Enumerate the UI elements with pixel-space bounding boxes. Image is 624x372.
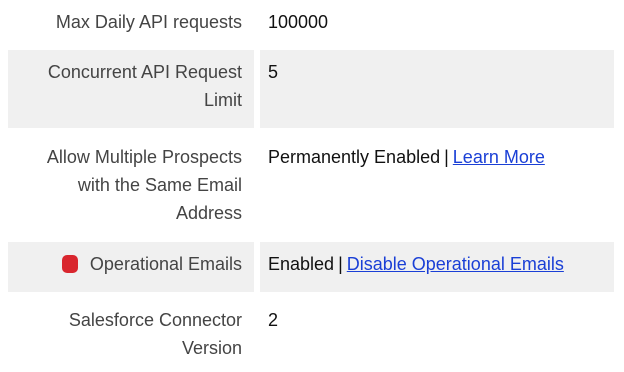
setting-label-cell: Concurrent API Request Limit (8, 50, 254, 128)
setting-label-line: Concurrent API Request (47, 62, 242, 82)
setting-value: 5 (268, 62, 279, 82)
setting-value-cell: 5 (260, 50, 614, 128)
value-separator: | (444, 147, 449, 167)
setting-label-cell: Allow Multiple Prospects with the Same E… (8, 135, 254, 235)
warning-status-icon (61, 255, 78, 273)
setting-row-max-daily-api-requests: Max Daily API requests 100000 (8, 0, 614, 50)
setting-label: Max Daily API requests (55, 12, 242, 32)
setting-value-cell: 2 (260, 298, 614, 368)
setting-row-allow-multiple-prospects: Allow Multiple Prospects with the Same E… (8, 135, 614, 235)
setting-label: Operational Emails (61, 242, 242, 278)
setting-label-line: Address (175, 203, 242, 223)
setting-label-line: Version (181, 338, 242, 358)
setting-label-line: with the Same Email (77, 175, 242, 195)
setting-label: Allow Multiple Prospects with the Same E… (47, 135, 242, 227)
setting-label-cell: Operational Emails (8, 242, 254, 292)
setting-row-salesforce-connector-version: Salesforce Connector Version 2 (8, 298, 614, 368)
setting-value: 2 (268, 310, 279, 330)
setting-label-line: Allow Multiple Prospects (46, 147, 242, 167)
setting-value: Enabled (268, 254, 335, 274)
setting-label-cell: Salesforce Connector Version (8, 298, 254, 368)
setting-value: 100000 (268, 12, 329, 32)
disable-operational-emails-link[interactable]: Disable Operational Emails (347, 254, 564, 274)
setting-label-cell: Max Daily API requests (8, 0, 254, 50)
settings-table: Max Daily API requests 100000 Concurrent… (0, 0, 624, 372)
setting-row-concurrent-api-request-limit: Concurrent API Request Limit 5 (8, 50, 614, 128)
setting-row-operational-emails: Operational Emails Enabled | Disable Opera… (8, 242, 614, 292)
setting-value: Permanently Enabled (268, 147, 441, 167)
setting-label-text: Operational Emails (89, 254, 242, 274)
setting-value-cell: Enabled | Disable Operational Emails (260, 242, 614, 292)
value-separator: | (338, 254, 343, 274)
learn-more-link[interactable]: Learn More (453, 147, 545, 167)
setting-label: Concurrent API Request Limit (48, 50, 242, 114)
setting-label: Salesforce Connector Version (69, 298, 242, 362)
setting-value-cell: Permanently Enabled | Learn More (260, 135, 614, 235)
setting-label-line: Limit (203, 90, 242, 110)
setting-label-line: Salesforce Connector (68, 310, 242, 330)
setting-value-cell: 100000 (260, 0, 614, 50)
